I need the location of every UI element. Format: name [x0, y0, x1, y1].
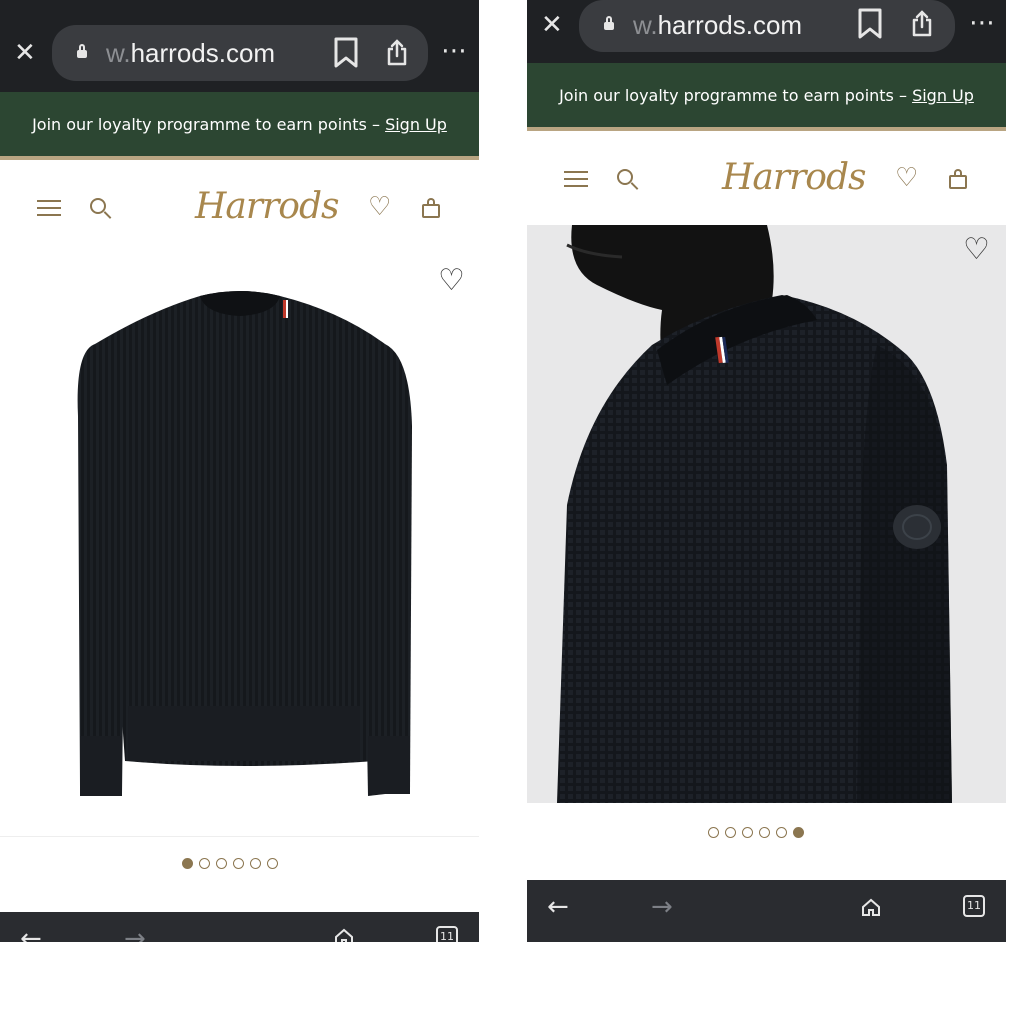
product-image[interactable]: ♡ [0, 256, 479, 836]
tabs-count-icon[interactable]: 11 [436, 926, 458, 942]
carousel-dot[interactable] [216, 858, 227, 869]
url-text: w.harrods.com [633, 10, 803, 40]
carousel-dots[interactable] [182, 858, 278, 869]
banner-text: Join our loyalty programme to earn point… [559, 86, 913, 105]
home-icon[interactable] [861, 898, 881, 916]
forward-icon[interactable]: → [651, 894, 673, 920]
address-bar[interactable]: w.harrods.com [579, 0, 955, 52]
bookmark-icon[interactable] [333, 37, 359, 69]
carousel-dot[interactable] [233, 858, 244, 869]
share-icon[interactable] [386, 39, 408, 67]
lock-icon [77, 44, 87, 58]
lock-icon [604, 16, 614, 30]
bag-icon[interactable] [422, 198, 440, 218]
sign-up-link[interactable]: Sign Up [912, 86, 974, 105]
carousel-dot[interactable] [250, 858, 261, 869]
more-dots-icon[interactable]: ⋯ [441, 38, 468, 64]
more-dots-icon[interactable]: ⋯ [969, 10, 996, 36]
carousel-dot[interactable] [776, 827, 787, 838]
menu-icon[interactable] [37, 200, 61, 216]
carousel-dot[interactable] [725, 827, 736, 838]
harrods-logo[interactable]: Harrods [722, 157, 866, 198]
left-screen: ✕ w.harrods.com ⋯ Join our loyalty progr… [0, 0, 479, 942]
carousel-dots[interactable] [708, 827, 804, 838]
right-screen: ✕ w.harrods.com ⋯ Join our loyalty progr… [527, 0, 1006, 942]
wishlist-icon[interactable]: ♡ [368, 194, 391, 220]
carousel-dot[interactable] [199, 858, 210, 869]
browser-bottom-bar: ← → 11 [527, 880, 1006, 942]
loyalty-banner: Join our loyalty programme to earn point… [527, 63, 1006, 131]
model-photo [557, 225, 952, 803]
browser-toolbar: ✕ w.harrods.com ⋯ [0, 0, 479, 92]
product-image[interactable]: ♡ [527, 225, 1006, 803]
carousel-dot[interactable] [759, 827, 770, 838]
carousel-dot[interactable] [793, 827, 804, 838]
share-icon[interactable] [911, 10, 933, 38]
search-icon[interactable] [90, 198, 106, 214]
back-icon[interactable]: ← [20, 926, 42, 942]
search-icon[interactable] [617, 169, 633, 185]
harrods-logo[interactable]: Harrods [195, 186, 339, 227]
browser-toolbar: ✕ w.harrods.com ⋯ [527, 0, 1006, 63]
sweater-image [77, 291, 412, 796]
address-bar[interactable]: w.harrods.com [52, 25, 428, 81]
loyalty-banner: Join our loyalty programme to earn point… [0, 92, 479, 160]
close-icon[interactable]: ✕ [541, 12, 563, 38]
carousel-dot[interactable] [182, 858, 193, 869]
carousel-dot[interactable] [267, 858, 278, 869]
wishlist-icon[interactable]: ♡ [895, 165, 918, 191]
carousel-dot[interactable] [742, 827, 753, 838]
bookmark-icon[interactable] [857, 8, 883, 40]
divider [0, 836, 479, 837]
home-icon[interactable] [334, 928, 354, 942]
sign-up-link[interactable]: Sign Up [385, 115, 447, 134]
favorite-heart-icon[interactable]: ♡ [438, 266, 465, 296]
favorite-heart-icon[interactable]: ♡ [963, 235, 990, 265]
site-header: Harrods ♡ [527, 131, 1006, 225]
url-text: w.harrods.com [106, 38, 276, 68]
site-header: Harrods ♡ [0, 160, 479, 256]
browser-bottom-bar: ← → 11 [0, 912, 479, 942]
tabs-count-icon[interactable]: 11 [963, 895, 985, 917]
carousel-dot[interactable] [708, 827, 719, 838]
bag-icon[interactable] [949, 169, 967, 189]
menu-icon[interactable] [564, 171, 588, 187]
back-icon[interactable]: ← [547, 894, 569, 920]
close-icon[interactable]: ✕ [14, 40, 36, 66]
banner-text: Join our loyalty programme to earn point… [32, 115, 386, 134]
forward-icon[interactable]: → [124, 926, 146, 942]
